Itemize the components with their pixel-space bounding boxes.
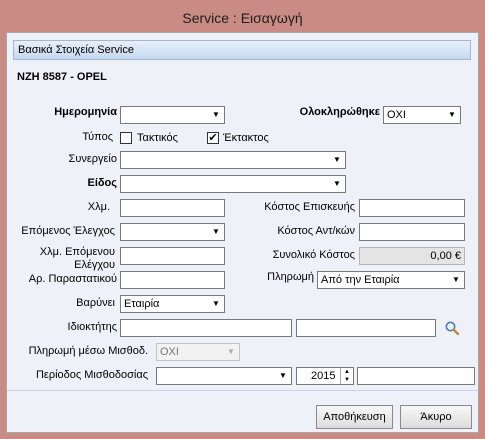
km-input[interactable] (120, 199, 225, 217)
completed-label: Ολοκληρώθηκε (299, 106, 380, 118)
kind-label: Είδος (87, 177, 117, 189)
charged-value: Εταιρία (124, 298, 160, 310)
payroll-payment-dropdown[interactable]: ΟΧΙ ▼ (156, 343, 240, 361)
kind-dropdown[interactable]: ▼ (120, 175, 346, 193)
section-header: Βασικά Στοιχεία Service (13, 40, 471, 60)
cancel-button[interactable]: Άκυρο (400, 405, 472, 429)
total-cost-label: Συνολικό Κόστος (272, 249, 355, 261)
repair-cost-input[interactable] (359, 199, 465, 217)
completed-value: ΟΧΙ (387, 109, 406, 121)
total-cost-field: 0,00 € (359, 247, 465, 265)
window-title: Service : Εισαγωγή (182, 10, 303, 26)
payroll-year-value: 2015 (311, 370, 336, 382)
service-entry-window: Service : Εισαγωγή Βασικά Στοιχεία Servi… (0, 0, 485, 439)
type-extra-checkbox[interactable]: ✔ (207, 132, 219, 144)
payment-value: Από την Εταιρία (321, 274, 400, 286)
chevron-down-icon[interactable]: ▼ (329, 176, 345, 192)
vehicle-plate: ΝΖΗ 8587 - OPEL (17, 71, 107, 83)
owner-label: Ιδιοκτήτης (67, 321, 117, 333)
garage-dropdown[interactable]: ▼ (120, 151, 346, 169)
chevron-down-icon[interactable]: ▼ (208, 296, 224, 312)
form-client-area: Βασικά Στοιχεία Service ΝΖΗ 8587 - OPEL … (6, 32, 479, 433)
parts-cost-label: Κόστος Αντ/κών (277, 225, 355, 237)
payment-label: Πληρωμή (267, 271, 314, 283)
footer-divider (7, 390, 478, 391)
type-regular-label: Τακτικός (137, 132, 178, 144)
type-extra-label: Έκτακτος (223, 132, 269, 144)
chevron-down-icon[interactable]: ▼ (208, 107, 224, 123)
checkmark-icon: ✔ (208, 132, 218, 144)
owner-input-2[interactable] (296, 319, 436, 337)
completed-dropdown[interactable]: ΟΧΙ ▼ (383, 106, 461, 124)
next-check-label: Επόμενος Έλεγχος (21, 225, 115, 237)
date-label: Ημερομηνία (54, 106, 117, 118)
km-label: Χλμ. (87, 201, 110, 213)
chevron-down-icon[interactable]: ▼ (448, 272, 464, 288)
payroll-year-spinner[interactable]: 2015 ▲ ▼ (296, 367, 354, 385)
repair-cost-label: Κόστος Επισκευής (264, 201, 355, 213)
type-regular-checkbox[interactable] (120, 132, 132, 144)
parts-cost-input[interactable] (359, 223, 465, 241)
chevron-down-icon[interactable]: ▼ (208, 224, 224, 240)
date-dropdown[interactable]: ▼ (120, 106, 225, 124)
chevron-down-icon[interactable]: ▼ (329, 152, 345, 168)
receipt-no-label: Αρ. Παραστατικού (28, 273, 117, 285)
payroll-payment-label: Πληρωμή μέσω Μισθοδ. (28, 345, 148, 357)
type-label: Τύπος (82, 131, 113, 143)
garage-label: Συνεργείο (68, 153, 117, 165)
next-check-km-label-text: Χλμ. Επόμενου Ελέγχου (39, 246, 115, 271)
next-check-dropdown[interactable]: ▼ (120, 223, 225, 241)
spinner-arrows-icon[interactable]: ▲ ▼ (340, 368, 353, 384)
chevron-down-icon: ▼ (227, 347, 235, 356)
payroll-payment-value: ΟΧΙ (160, 346, 179, 358)
payroll-extra-input[interactable] (357, 367, 475, 385)
payroll-period-label: Περίοδος Μισθοδοσίας (35, 369, 148, 381)
charged-dropdown[interactable]: Εταιρία ▼ (120, 295, 225, 313)
chevron-down-icon[interactable]: ▼ (275, 368, 291, 384)
chevron-down-icon[interactable]: ▼ (444, 107, 460, 123)
receipt-no-input[interactable] (120, 271, 225, 289)
save-button[interactable]: Αποθήκευση (316, 405, 393, 429)
next-check-km-input[interactable] (120, 247, 225, 265)
charged-label: Βαρύνει (76, 297, 115, 309)
owner-input-1[interactable] (120, 319, 292, 337)
next-check-km-label: Χλμ. Επόμενου Ελέγχου (17, 246, 115, 272)
payroll-period-dropdown[interactable]: ▼ (156, 367, 292, 385)
magnifier-icon[interactable] (444, 320, 460, 336)
payment-dropdown[interactable]: Από την Εταιρία ▼ (317, 271, 465, 289)
